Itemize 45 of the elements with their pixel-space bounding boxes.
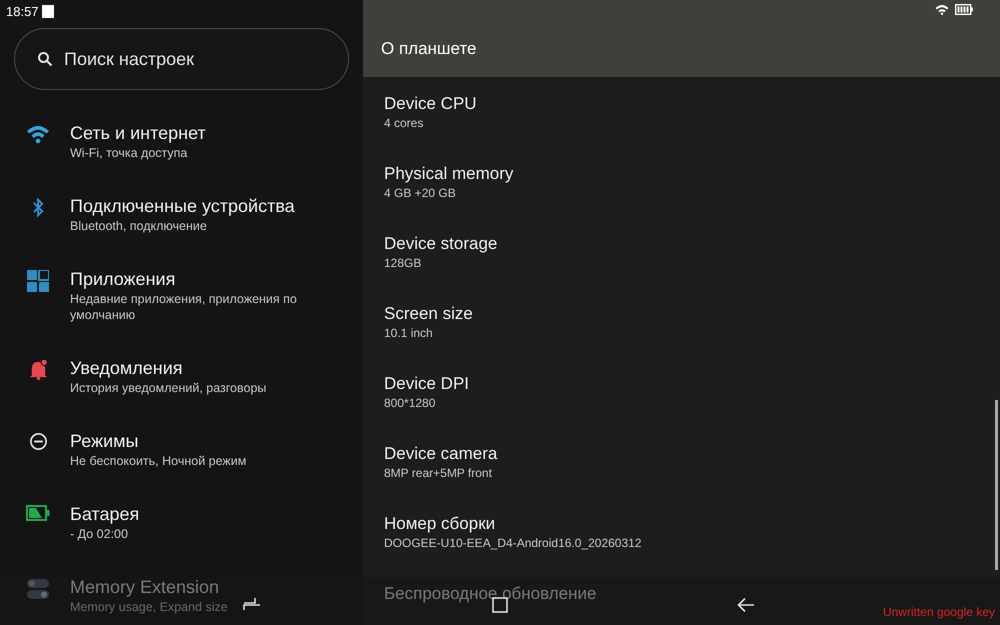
detail-title[interactable]: Device DPI (384, 373, 1000, 395)
setting-subtitle: - До 02:00 (70, 526, 128, 542)
detail-title[interactable]: Device camera (384, 443, 1000, 465)
detail-value: 800*1280 (384, 395, 436, 411)
warning-text: Unwritten google key (882, 605, 995, 619)
setting-title[interactable]: Уведомления (70, 356, 183, 380)
search-field[interactable]: Поиск настроек (14, 28, 349, 90)
bell-icon (28, 359, 48, 380)
setting-subtitle: Wi-Fi, точка доступа (70, 145, 188, 161)
setting-title[interactable]: Режимы (70, 429, 138, 453)
wifi-icon (26, 124, 50, 144)
setting-subtitle: Недавние приложения, приложения по умолчанию (70, 291, 298, 323)
setting-subtitle: Не беспокоить, Ночной режим (70, 453, 246, 469)
detail-title[interactable]: Беспроводное обновление (384, 583, 1000, 605)
apps-icon (27, 270, 49, 292)
setting-title[interactable]: Батарея (70, 502, 140, 526)
battery-status-icon (955, 4, 973, 15)
detail-value: 4 GB +20 GB (384, 185, 457, 201)
toggle-icon (26, 578, 50, 600)
detail-title[interactable]: Physical memory (384, 163, 1000, 185)
back-icon[interactable] (737, 597, 755, 613)
detail-value: 128GB (384, 255, 422, 271)
bluetooth-icon (32, 197, 44, 218)
detail-value: 4 cores (384, 115, 424, 131)
detail-value: 10.1 inch (384, 325, 434, 341)
setting-title[interactable]: Приложения (70, 267, 176, 291)
detail-title[interactable]: Screen size (384, 303, 1000, 325)
setting-subtitle: Memory usage, Expand size (70, 599, 228, 615)
notification-icon (42, 4, 54, 18)
setting-title[interactable]: Memory Extension (70, 575, 220, 599)
status-time: 18:57 (6, 4, 39, 18)
page-title: О планшете (381, 39, 476, 59)
detail-value: DOOGEE-U10-EEA_D4-Android16.0_20260312 (384, 535, 642, 551)
setting-title[interactable]: Сеть и интернет (70, 121, 206, 145)
detail-title[interactable]: Device CPU (384, 93, 1000, 115)
detail-value: 8MP rear+5MP front (384, 465, 493, 481)
recents-icon[interactable] (243, 597, 261, 611)
setting-subtitle: Bluetooth, подключение (70, 218, 207, 234)
wifi-status-icon (935, 4, 949, 15)
setting-subtitle: История уведомлений, разговоры (70, 380, 266, 396)
battery-icon (26, 505, 50, 521)
setting-title[interactable]: Подключенные устройства (70, 194, 295, 218)
detail-title[interactable]: Device storage (384, 233, 1000, 255)
do-not-disturb-icon (28, 432, 48, 451)
detail-title[interactable]: Номер сборки (384, 513, 1000, 535)
